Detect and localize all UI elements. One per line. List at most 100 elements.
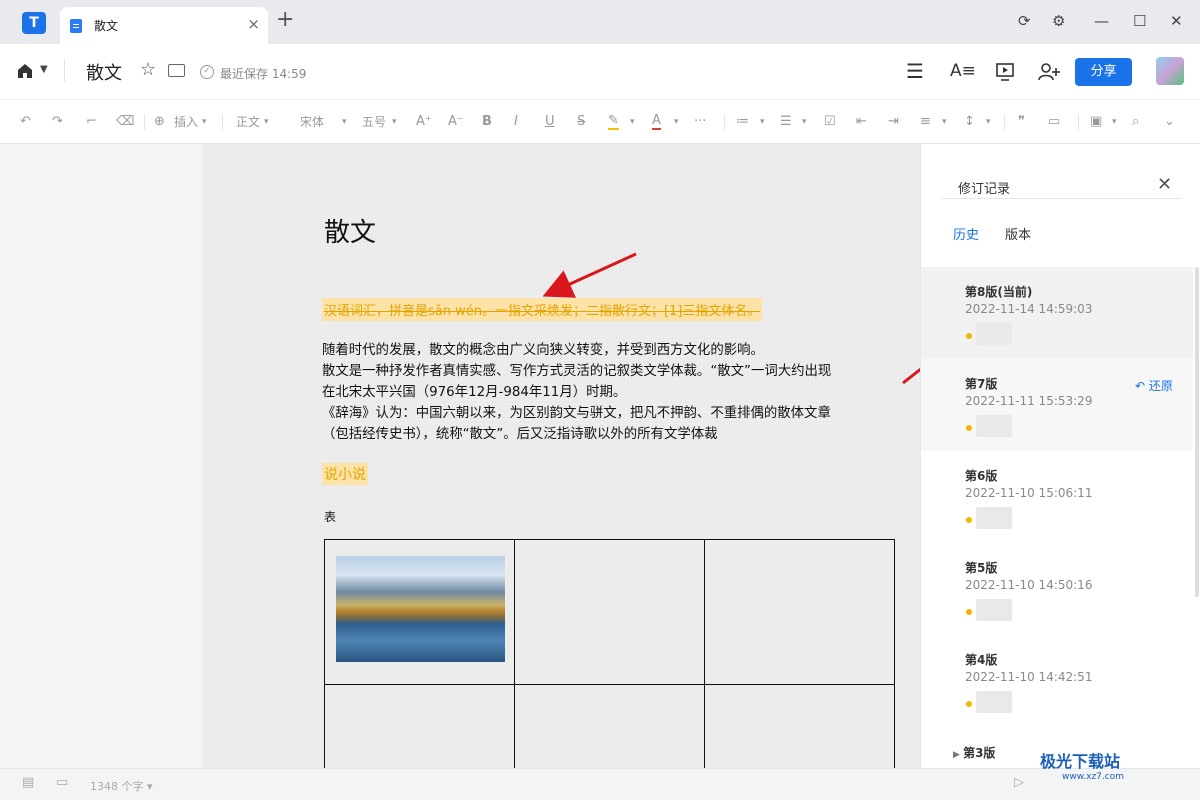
author-dot [966, 517, 972, 523]
chevron-down-icon[interactable]: ▾ [264, 113, 269, 131]
chevron-down-icon[interactable]: ▾ [802, 113, 807, 131]
landscape-image[interactable] [336, 556, 505, 662]
paragraph[interactable]: （包括经传史书），统称“散文”。后又泛指诗歌以外的所有文学体裁 [322, 424, 892, 445]
chevron-down-icon[interactable]: ▾ [630, 113, 635, 131]
tab-history[interactable]: 历史 [953, 224, 979, 243]
menu-icon[interactable]: ☰ [906, 60, 924, 82]
more-icon[interactable]: ··· [694, 113, 706, 131]
paragraph[interactable]: 在北宋太平兴国（976年12月-984年11月）时期。 [322, 382, 892, 403]
tab-versions[interactable]: 版本 [1005, 224, 1031, 243]
decrease-font-icon[interactable]: A⁻ [448, 113, 464, 131]
close-icon[interactable]: ✕ [1157, 174, 1172, 195]
search-icon[interactable]: ⌕ [1132, 113, 1139, 131]
chevron-down-icon[interactable]: ▾ [202, 113, 207, 131]
bullet-list-icon[interactable]: ≔ [736, 113, 749, 131]
paragraph[interactable]: 散文是一种抒发作者真情实感、写作方式灵活的记叙类文学体裁。“散文”一词大约出现 [322, 361, 892, 382]
table-cell[interactable] [704, 684, 895, 768]
chevron-down-icon[interactable]: ▾ [392, 113, 397, 131]
increase-font-icon[interactable]: A⁺ [416, 113, 432, 131]
paragraph[interactable]: 《辞海》认为：中国六朝以来，为区别韵文与骈文，把凡不押韵、不重排偶的散体文章 [322, 403, 892, 424]
document-body[interactable]: 随着时代的发展，散文的概念由广义向狭义转变，并受到西方文化的影响。 散文是一种抒… [322, 340, 892, 445]
version-item[interactable]: 第6版 2022-11-10 15:06:11 [921, 451, 1193, 543]
font-family-select[interactable]: 宋体 [300, 113, 324, 131]
document-table[interactable] [324, 539, 895, 768]
paragraph[interactable]: 随着时代的发展，散文的概念由广义向狭义转变，并受到西方文化的影响。 [322, 340, 892, 361]
chevron-down-icon[interactable]: ▾ [760, 113, 765, 131]
numbered-list-icon[interactable]: ☰ [780, 113, 792, 131]
quote-icon[interactable]: ❞ [1018, 113, 1025, 131]
close-window-button[interactable]: ✕ [1170, 11, 1183, 31]
document-heading[interactable]: 散文 [324, 212, 376, 249]
redo-icon[interactable]: ↷ [52, 113, 63, 131]
paragraph-style-select[interactable]: 正文 [236, 113, 260, 131]
page-view-icon[interactable]: ▭ [56, 775, 68, 790]
insert-icon[interactable]: ⊕ [154, 113, 165, 131]
star-icon[interactable]: ☆ [140, 59, 156, 80]
table-cell[interactable] [514, 684, 705, 768]
chevron-down-icon[interactable]: ▾ [342, 113, 347, 131]
table-cell[interactable] [514, 539, 705, 685]
tab-close-icon[interactable]: × [247, 15, 260, 33]
add-collaborator-icon[interactable] [1038, 62, 1060, 82]
table-cell[interactable] [324, 684, 515, 768]
bold-icon[interactable]: B [482, 113, 492, 131]
word-count[interactable]: 1348 个字 ▾ [90, 778, 153, 794]
left-margin [0, 144, 202, 768]
inserted-text-revision[interactable]: 说小说 [322, 463, 368, 485]
indent-icon[interactable]: ⇥ [888, 113, 899, 131]
callout-icon[interactable]: ▭ [1048, 113, 1060, 131]
share-button[interactable]: 分享 [1075, 58, 1132, 86]
document-canvas[interactable]: 散文 汉语词汇，拼音是sǎn wén。一指文采焕发；二指散行文；[1]三指文体名… [202, 144, 920, 768]
chevron-down-icon[interactable]: ▼ [40, 64, 48, 75]
task-list-icon[interactable]: ☑ [824, 113, 836, 131]
chevron-down-icon[interactable]: ▾ [986, 113, 991, 131]
image-icon[interactable]: ▣ [1090, 113, 1102, 131]
font-size-select[interactable]: 五号 [362, 113, 386, 131]
table-cell[interactable] [704, 539, 895, 685]
format-painter-icon[interactable]: ⌐ [86, 113, 97, 131]
eraser-icon[interactable]: ⌫ [116, 113, 134, 131]
chevron-down-icon[interactable]: ▾ [942, 113, 947, 131]
new-tab-button[interactable]: + [276, 9, 294, 31]
insert-menu[interactable]: 插入 [174, 113, 198, 131]
version-time: 2022-11-11 15:53:29 [965, 394, 1093, 408]
minimize-button[interactable]: — [1094, 11, 1109, 31]
strikethrough-icon[interactable]: S [577, 113, 585, 131]
chevron-down-icon[interactable]: ▾ [1112, 113, 1117, 131]
version-item[interactable]: 第5版 2022-11-10 14:50:16 [921, 543, 1193, 635]
outdent-icon[interactable]: ⇤ [856, 113, 867, 131]
avatar[interactable] [1156, 57, 1184, 85]
align-icon[interactable]: ≡ [920, 113, 931, 131]
expand-toolbar-icon[interactable]: ⌄ [1164, 113, 1175, 131]
save-status: 最近保存 14:59 [220, 67, 307, 81]
document-title[interactable]: 散文 [86, 59, 122, 85]
chevron-down-icon[interactable]: ▾ [674, 113, 679, 131]
settings-icon[interactable]: ⚙ [1052, 11, 1065, 31]
restore-button[interactable]: ↶ 还原 [1135, 377, 1173, 394]
highlight-icon[interactable]: ✎ [608, 113, 619, 130]
scrollbar[interactable] [1195, 267, 1199, 597]
move-to-folder-icon[interactable] [168, 64, 185, 77]
tab-document[interactable]: 散文 × [60, 7, 268, 44]
presentation-icon[interactable] [995, 62, 1015, 82]
sync-icon[interactable]: ⟳ [1018, 11, 1031, 31]
author-avatar [976, 599, 1012, 621]
table-caption[interactable]: 表 [324, 508, 336, 525]
italic-icon[interactable]: I [514, 113, 518, 131]
maximize-button[interactable]: ☐ [1133, 11, 1146, 31]
home-icon[interactable] [16, 62, 34, 80]
outline-icon[interactable]: ▤ [22, 775, 34, 790]
underline-icon[interactable]: U [545, 113, 555, 131]
app-logo-icon[interactable]: T [22, 12, 46, 34]
table-cell[interactable] [324, 539, 515, 685]
play-icon[interactable]: ▷ [1014, 775, 1024, 790]
version-item[interactable]: 第8版(当前) 2022-11-14 14:59:03 [921, 267, 1193, 359]
collapsed-version-item[interactable]: ▶ 第3版 [953, 744, 995, 761]
version-item[interactable]: 第7版 2022-11-11 15:53:29 ↶ 还原 [921, 359, 1193, 451]
version-item[interactable]: 第4版 2022-11-10 14:42:51 [921, 635, 1193, 727]
line-spacing-icon[interactable]: ↕ [964, 113, 975, 131]
font-color-icon[interactable]: A [652, 113, 661, 130]
deleted-text-revision[interactable]: 汉语词汇，拼音是sǎn wén。一指文采焕发；二指散行文；[1]三指文体名。 [322, 298, 763, 321]
undo-icon[interactable]: ↶ [20, 113, 31, 131]
text-format-icon[interactable]: A≡ [950, 60, 976, 82]
